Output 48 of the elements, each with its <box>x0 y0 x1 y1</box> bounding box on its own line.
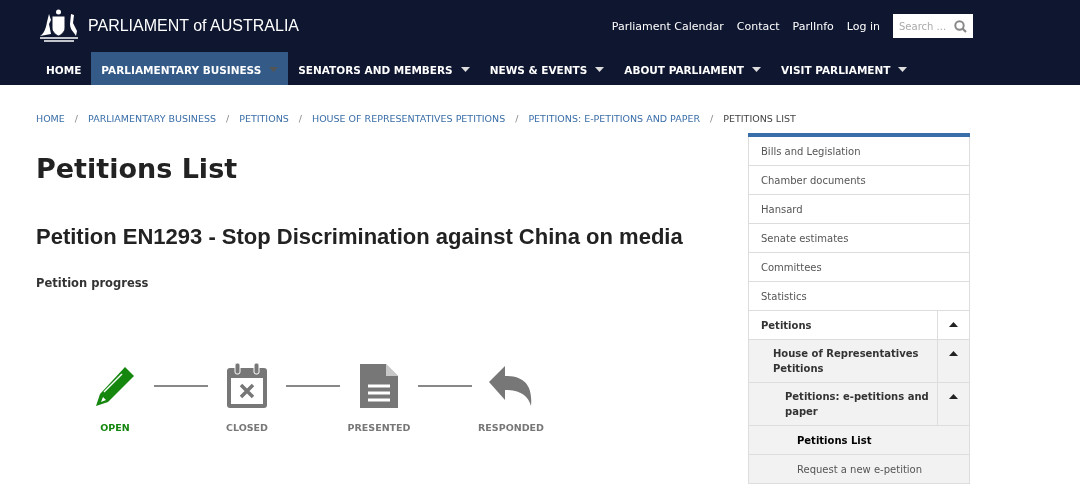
caret-icon <box>949 351 958 356</box>
sidebar-item[interactable]: Petitions <box>748 311 970 340</box>
sidebar-item[interactable]: Request a new e-petition <box>748 455 970 484</box>
nav-tab[interactable]: SENATORS AND MEMBERS <box>288 52 480 85</box>
search-field[interactable]: Search ... <box>893 14 973 38</box>
nav-tab[interactable]: HOME <box>36 52 92 85</box>
step-label: RESPONDED <box>478 422 544 433</box>
header-link[interactable]: Parliament Calendar <box>611 19 724 33</box>
document-icon <box>358 362 400 410</box>
nav-tab[interactable]: NEWS & EVENTS <box>479 52 615 85</box>
petition-title: Petition EN1293 - Stop Discrimination against China on media <box>36 224 684 250</box>
breadcrumb-link[interactable]: PARLIAMENTARY BUSINESS <box>88 112 216 124</box>
sidebar-item[interactable]: Senate estimates <box>748 224 970 253</box>
breadcrumb-separator: / <box>515 112 519 124</box>
nav-tab[interactable]: PARLIAMENTARY BUSINESS <box>91 52 289 85</box>
breadcrumb-separator: / <box>74 112 79 124</box>
caret-icon <box>949 394 958 399</box>
sidebar-item[interactable]: House of Representatives Petitions <box>748 340 970 383</box>
sidebar-item[interactable]: Chamber documents <box>748 166 970 195</box>
search-icon[interactable] <box>954 19 967 33</box>
header-link[interactable]: Contact <box>736 19 780 33</box>
progress-label: Petition progress <box>36 276 150 290</box>
step-label: OPEN <box>100 422 130 433</box>
breadcrumb-separator: / <box>226 112 230 124</box>
breadcrumb-link[interactable]: HOME <box>36 112 65 124</box>
breadcrumb-link[interactable]: PETITIONS LIST <box>723 112 796 124</box>
sidebar-item[interactable]: Statistics <box>748 282 970 311</box>
calendar-x-icon <box>225 362 269 410</box>
sidebar-item[interactable]: Committees <box>748 253 970 282</box>
step-label: CLOSED <box>226 422 268 433</box>
breadcrumb-separator: / <box>298 112 302 124</box>
caret-icon <box>949 322 958 327</box>
nav-tab[interactable]: ABOUT PARLIAMENT <box>614 52 771 85</box>
breadcrumb-link[interactable]: PETITIONS <box>239 112 289 124</box>
pencil-icon <box>93 364 137 408</box>
sidebar-item[interactable]: Petitions: e-petitions and paper <box>748 383 970 426</box>
nav-tab[interactable]: VISIT PARLIAMENT <box>770 52 918 85</box>
breadcrumb-link[interactable]: HOUSE OF REPRESENTATIVES PETITIONS <box>312 112 506 124</box>
header-link[interactable]: Log in <box>846 19 880 33</box>
page-title: Petitions List <box>36 153 239 184</box>
sidebar-item[interactable]: Hansard <box>748 195 970 224</box>
breadcrumb-separator: / <box>710 112 714 124</box>
breadcrumb-link[interactable]: PETITIONS: E-PETITIONS AND PAPER <box>528 112 701 124</box>
step-label: PRESENTED <box>347 422 411 433</box>
sidebar-item[interactable]: Petitions List <box>748 426 970 455</box>
sidebar-item[interactable]: Bills and Legislation <box>748 137 970 166</box>
site-title: PARLIAMENT of AUSTRALIA <box>88 17 300 35</box>
header-link[interactable]: ParlInfo <box>792 19 834 33</box>
